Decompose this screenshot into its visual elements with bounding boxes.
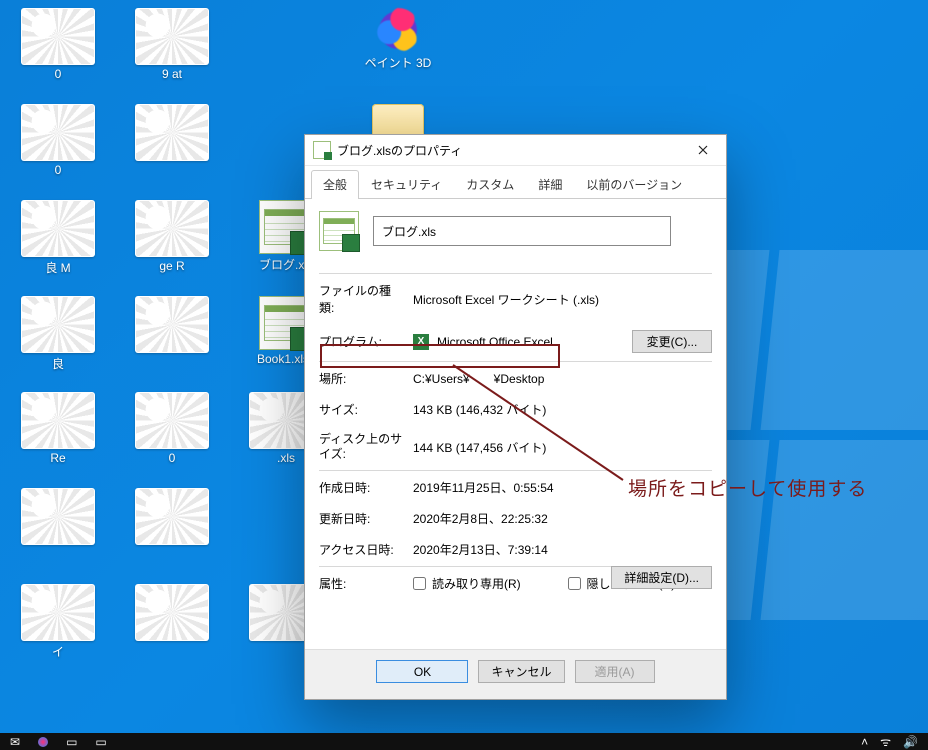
close-icon <box>698 145 708 155</box>
window-title: ブログ.xlsのプロパティ <box>337 142 680 159</box>
program-value-text: Microsoft Office Excel <box>437 335 553 349</box>
icon-label: Re <box>50 451 65 465</box>
file-type-icon <box>313 141 331 159</box>
mail-icon[interactable]: ✉ <box>10 735 20 749</box>
modified-label: 更新日時: <box>319 510 403 527</box>
chevron-up-icon[interactable]: ˄ <box>861 735 868 749</box>
network-icon[interactable]: ᯤ <box>880 733 891 750</box>
tab-body: ファイルの種類: Microsoft Excel ワークシート (.xls) プ… <box>305 199 726 649</box>
file-icon[interactable]: 9 at <box>122 8 222 81</box>
accessed-value: 2020年2月13日、7:39:14 <box>413 541 712 558</box>
location-label: 場所: <box>319 370 403 387</box>
desktop: 0 0 良 M 良 Re イ 9 at ge R 0 ブログ.xls Book1… <box>0 0 928 750</box>
location-value: C:¥Users¥ ¥Desktop <box>413 370 712 387</box>
file-icon[interactable] <box>122 488 222 547</box>
cortana-icon[interactable] <box>38 737 48 747</box>
task-icon[interactable]: ▭ <box>95 735 106 749</box>
cancel-button[interactable]: キャンセル <box>478 660 564 683</box>
taskbar[interactable]: ✉ ▭ ▭ ˄ ᯤ 🔊 <box>0 733 928 750</box>
size-label: サイズ: <box>319 401 403 418</box>
action-bar: OK キャンセル 適用(A) <box>305 649 726 699</box>
filename-input[interactable] <box>373 216 671 246</box>
icon-label: 9 at <box>162 67 182 81</box>
modified-value: 2020年2月8日、22:25:32 <box>413 510 712 527</box>
advanced-button[interactable]: 詳細設定(D)... <box>611 566 712 589</box>
icon-label: .xls <box>277 451 295 465</box>
file-icon[interactable]: ge R <box>122 200 222 273</box>
divider <box>319 361 712 362</box>
taskbar-left: ✉ ▭ ▭ <box>10 735 107 749</box>
file-icon[interactable]: Re <box>8 392 108 465</box>
apply-button[interactable]: 適用(A) <box>575 660 655 683</box>
created-value: 2019年11月25日、0:55:54 <box>413 479 712 496</box>
tab-security[interactable]: セキュリティ <box>359 170 454 199</box>
tab-general[interactable]: 全般 <box>311 170 359 199</box>
excel-app-icon <box>413 334 429 350</box>
file-icon[interactable] <box>122 296 222 355</box>
divider <box>319 470 712 471</box>
disk-size-label: ディスク上のサイズ: <box>319 432 403 462</box>
file-large-icon <box>319 211 359 251</box>
file-type-label: ファイルの種類: <box>319 282 403 316</box>
file-icon[interactable]: 0 <box>8 8 108 81</box>
change-program-button[interactable]: 変更(C)... <box>632 330 712 353</box>
icon-label: 良 <box>52 355 64 372</box>
file-icon[interactable] <box>122 584 222 643</box>
icon-label: 0 <box>169 451 176 465</box>
hidden-input[interactable] <box>568 577 581 590</box>
titlebar[interactable]: ブログ.xlsのプロパティ <box>305 135 726 166</box>
disk-size-value: 144 KB (147,456 バイト) <box>413 439 712 456</box>
icon-label: 0 <box>55 67 62 81</box>
icon-label: 良 M <box>45 259 70 276</box>
icon-label: ge R <box>159 259 184 273</box>
properties-dialog: ブログ.xlsのプロパティ 全般 セキュリティ カスタム 詳細 以前のバージョン… <box>304 134 727 700</box>
tab-previous-versions[interactable]: 以前のバージョン <box>574 170 694 199</box>
attributes-label: 属性: <box>319 575 403 592</box>
close-button[interactable] <box>680 135 726 165</box>
system-tray: ˄ ᯤ 🔊 <box>861 733 918 750</box>
tab-details[interactable]: 詳細 <box>526 170 574 199</box>
task-icon[interactable]: ▭ <box>66 735 77 749</box>
program-value: Microsoft Office Excel <box>413 334 622 350</box>
file-type-value: Microsoft Excel ワークシート (.xls) <box>413 291 712 308</box>
file-icon[interactable]: 0 <box>8 104 108 177</box>
created-label: 作成日時: <box>319 479 403 496</box>
readonly-input[interactable] <box>413 577 426 590</box>
file-icon[interactable]: 0 <box>122 392 222 465</box>
file-icon[interactable] <box>8 488 108 547</box>
ok-button[interactable]: OK <box>376 660 468 683</box>
tab-custom[interactable]: カスタム <box>454 170 526 199</box>
file-icon[interactable]: 良 M <box>8 200 108 276</box>
program-label: プログラム: <box>319 333 403 350</box>
size-value: 143 KB (146,432 バイト) <box>413 401 712 418</box>
volume-icon[interactable]: 🔊 <box>903 735 918 749</box>
accessed-label: アクセス日時: <box>319 541 403 558</box>
shortcut-paint3d[interactable]: ペイント 3D <box>348 8 448 71</box>
tab-strip: 全般 セキュリティ カスタム 詳細 以前のバージョン <box>305 166 726 199</box>
file-icon[interactable] <box>122 104 222 163</box>
file-icon[interactable]: 良 <box>8 296 108 372</box>
icon-label: ペイント 3D <box>365 54 432 71</box>
divider <box>319 273 712 274</box>
readonly-checkbox[interactable]: 読み取り専用(R) <box>413 575 558 592</box>
icon-label: 0 <box>55 163 62 177</box>
icon-label: イ <box>52 643 64 660</box>
readonly-label-text: 読み取り専用(R) <box>432 575 521 592</box>
file-icon[interactable]: イ <box>8 584 108 660</box>
